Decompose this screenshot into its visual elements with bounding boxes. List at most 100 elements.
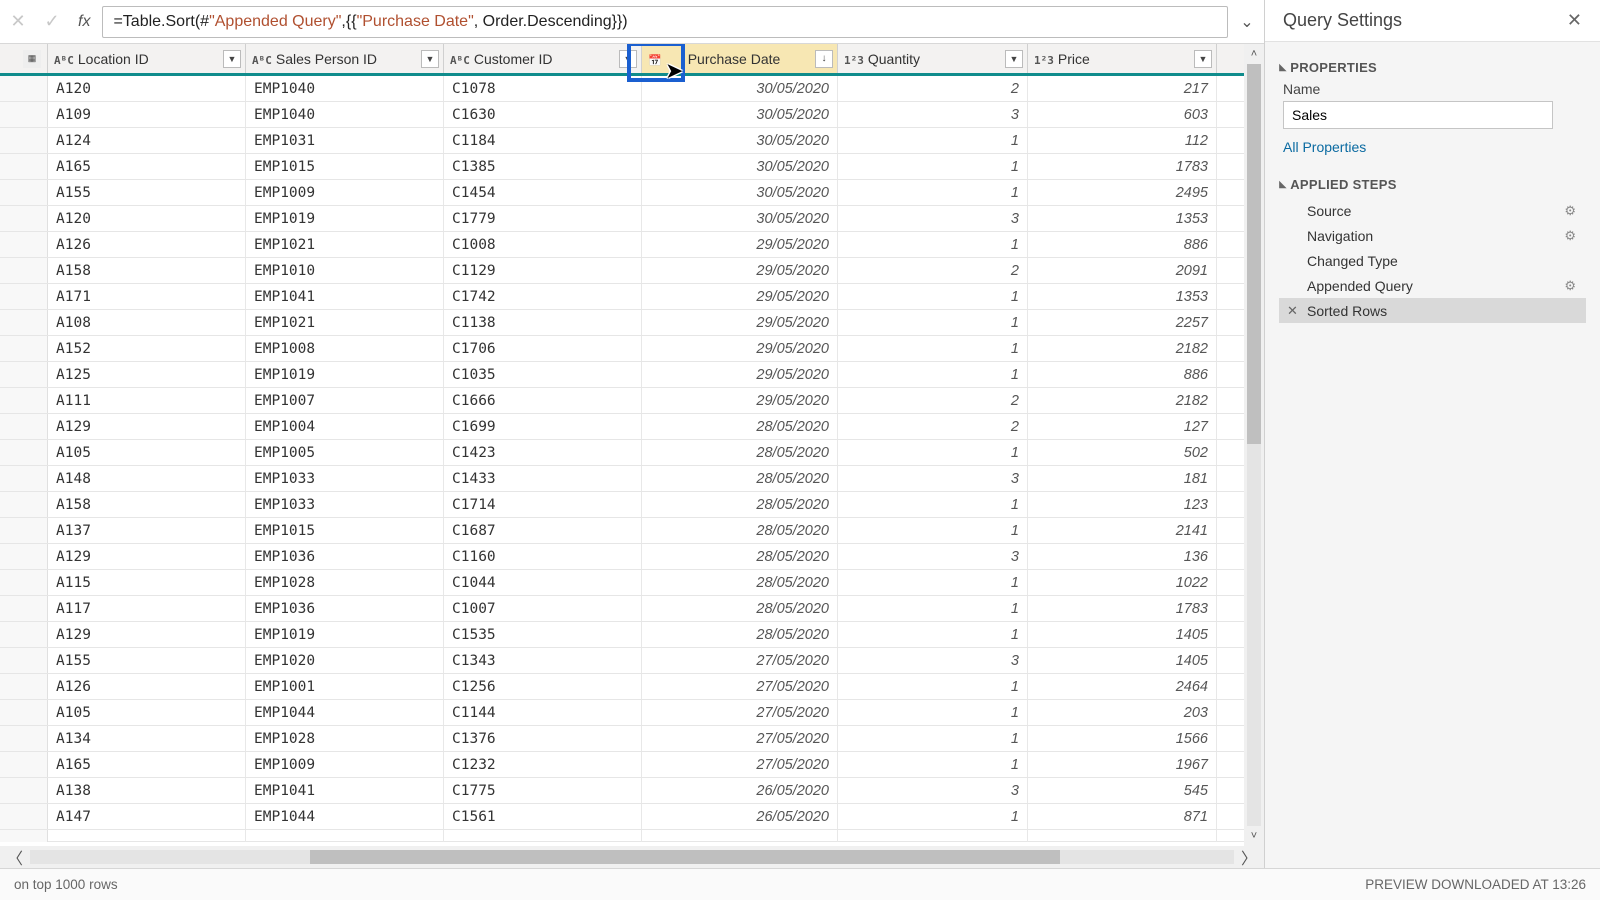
cell-customer[interactable]: C1184	[444, 128, 642, 153]
cell-quantity[interactable]: 1	[838, 284, 1028, 309]
table-row[interactable]: A109EMP1040C163030/05/20203603	[0, 102, 1264, 128]
cell-salesperson[interactable]: EMP1033	[246, 492, 444, 517]
cell-price[interactable]: 1022	[1028, 570, 1217, 595]
cell-price[interactable]: 2464	[1028, 674, 1217, 699]
scroll-thumb[interactable]	[1247, 64, 1261, 444]
cell-customer[interactable]: C1078	[444, 76, 642, 101]
scroll-down-icon[interactable]: ˅	[1244, 826, 1264, 846]
cell-customer[interactable]: C1779	[444, 206, 642, 231]
cell-date[interactable]: 26/05/2020	[642, 778, 838, 803]
grid-body[interactable]: A120EMP1040C107830/05/20202217A109EMP104…	[0, 76, 1264, 846]
cell-price[interactable]: 886	[1028, 362, 1217, 387]
cell-quantity[interactable]: 1	[838, 492, 1028, 517]
cell-price[interactable]: 1405	[1028, 622, 1217, 647]
cell-salesperson[interactable]: EMP1015	[246, 518, 444, 543]
cell-customer[interactable]: C1343	[444, 648, 642, 673]
cell-location[interactable]: A134	[48, 726, 246, 751]
cell-location[interactable]: A155	[48, 180, 246, 205]
cell-quantity[interactable]: 1	[838, 622, 1028, 647]
table-row[interactable]: A148EMP1033C143328/05/20203181	[0, 466, 1264, 492]
cell-customer[interactable]: C1561	[444, 804, 642, 829]
gear-icon[interactable]: ⚙	[1564, 203, 1576, 219]
cell-price[interactable]: 1783	[1028, 596, 1217, 621]
cell-salesperson[interactable]: EMP1036	[246, 596, 444, 621]
cell-salesperson[interactable]: EMP1009	[246, 752, 444, 777]
cell-price[interactable]: 603	[1028, 102, 1217, 127]
cell-quantity[interactable]: 1	[838, 596, 1028, 621]
cell-date[interactable]: 27/05/2020	[642, 648, 838, 673]
cell-date[interactable]: 28/05/2020	[642, 622, 838, 647]
cell-quantity[interactable]: 1	[838, 726, 1028, 751]
cell-salesperson[interactable]: EMP1007	[246, 388, 444, 413]
cell-quantity[interactable]: 1	[838, 336, 1028, 361]
cell-date[interactable]: 28/05/2020	[642, 414, 838, 439]
cell-salesperson[interactable]: EMP1031	[246, 128, 444, 153]
scroll-thumb[interactable]	[310, 850, 1060, 864]
filter-dropdown-icon[interactable]: ▼	[619, 50, 637, 68]
table-row[interactable]: A155EMP1009C145430/05/202012495	[0, 180, 1264, 206]
column-header-price[interactable]: 1²3Price ▼	[1028, 44, 1217, 73]
cell-salesperson[interactable]: EMP1019	[246, 622, 444, 647]
cell-price[interactable]: 871	[1028, 804, 1217, 829]
table-row[interactable]: A105EMP1044C114427/05/20201203	[0, 700, 1264, 726]
filter-dropdown-icon[interactable]: ▼	[1005, 50, 1023, 68]
cell-quantity[interactable]: 2	[838, 76, 1028, 101]
cell-salesperson[interactable]: EMP1020	[246, 648, 444, 673]
applied-step[interactable]: Source⚙	[1279, 198, 1586, 223]
cell-quantity[interactable]: 1	[838, 804, 1028, 829]
table-row[interactable]: A120EMP1040C107830/05/20202217	[0, 76, 1264, 102]
cell-price[interactable]: 2141	[1028, 518, 1217, 543]
scroll-right-icon[interactable]: 〉	[1234, 845, 1264, 869]
cell-salesperson[interactable]: EMP1005	[246, 440, 444, 465]
formula-expand-icon[interactable]: ⌄	[1234, 12, 1260, 32]
cell-salesperson[interactable]: EMP1041	[246, 284, 444, 309]
column-header-location[interactable]: AᴮCLocation ID ▼	[48, 44, 246, 73]
table-row[interactable]: A120EMP1019C177930/05/202031353	[0, 206, 1264, 232]
cell-quantity[interactable]: 1	[838, 128, 1028, 153]
cell-date[interactable]: 28/05/2020	[642, 544, 838, 569]
cell-price[interactable]: 1566	[1028, 726, 1217, 751]
cell-salesperson[interactable]: EMP1019	[246, 206, 444, 231]
cell-price[interactable]: 123	[1028, 492, 1217, 517]
cell-date[interactable]: 27/05/2020	[642, 674, 838, 699]
cell-date[interactable]: 27/05/2020	[642, 700, 838, 725]
cell-salesperson[interactable]: EMP1033	[246, 466, 444, 491]
table-row[interactable]: A129EMP1004C169928/05/20202127	[0, 414, 1264, 440]
table-row[interactable]: A134EMP1028C137627/05/202011566	[0, 726, 1264, 752]
cell-date[interactable]: 28/05/2020	[642, 492, 838, 517]
cell-price[interactable]: 2495	[1028, 180, 1217, 205]
cell-price[interactable]: 1405	[1028, 648, 1217, 673]
scroll-left-icon[interactable]: 〈	[0, 845, 30, 869]
cell-customer[interactable]: C1775	[444, 778, 642, 803]
cell-salesperson[interactable]: EMP1021	[246, 232, 444, 257]
cell-location[interactable]: A126	[48, 674, 246, 699]
sort-descending-icon[interactable]: ↓	[815, 50, 833, 68]
cell-location[interactable]: A124	[48, 128, 246, 153]
cell-salesperson[interactable]: EMP1044	[246, 804, 444, 829]
cell-customer[interactable]: C1256	[444, 674, 642, 699]
cell-customer[interactable]: C1454	[444, 180, 642, 205]
cell-quantity[interactable]: 1	[838, 310, 1028, 335]
cell-customer[interactable]: C1138	[444, 310, 642, 335]
cell-salesperson[interactable]: EMP1019	[246, 362, 444, 387]
cell-price[interactable]: 1353	[1028, 284, 1217, 309]
cell-location[interactable]: A158	[48, 492, 246, 517]
table-row[interactable]: A105EMP1005C142328/05/20201502	[0, 440, 1264, 466]
query-name-input[interactable]	[1283, 101, 1553, 129]
cell-salesperson[interactable]: EMP1008	[246, 336, 444, 361]
cell-date[interactable]: 28/05/2020	[642, 518, 838, 543]
fx-icon[interactable]: fx	[72, 13, 96, 31]
cell-date[interactable]: 29/05/2020	[642, 310, 838, 335]
table-row[interactable]: A126EMP1001C125627/05/202012464	[0, 674, 1264, 700]
cell-quantity[interactable]: 3	[838, 206, 1028, 231]
table-row[interactable]: A117EMP1036C100728/05/202011783	[0, 596, 1264, 622]
cell-price[interactable]: 217	[1028, 76, 1217, 101]
cell-location[interactable]: A138	[48, 778, 246, 803]
close-icon[interactable]: ✕	[1567, 10, 1582, 31]
cell-customer[interactable]: C1423	[444, 440, 642, 465]
table-row[interactable]: A158EMP1033C171428/05/20201123	[0, 492, 1264, 518]
cell-date[interactable]: 28/05/2020	[642, 466, 838, 491]
cell-location[interactable]: A147	[48, 804, 246, 829]
filter-dropdown-icon[interactable]: ▼	[421, 50, 439, 68]
cell-customer[interactable]: C1714	[444, 492, 642, 517]
